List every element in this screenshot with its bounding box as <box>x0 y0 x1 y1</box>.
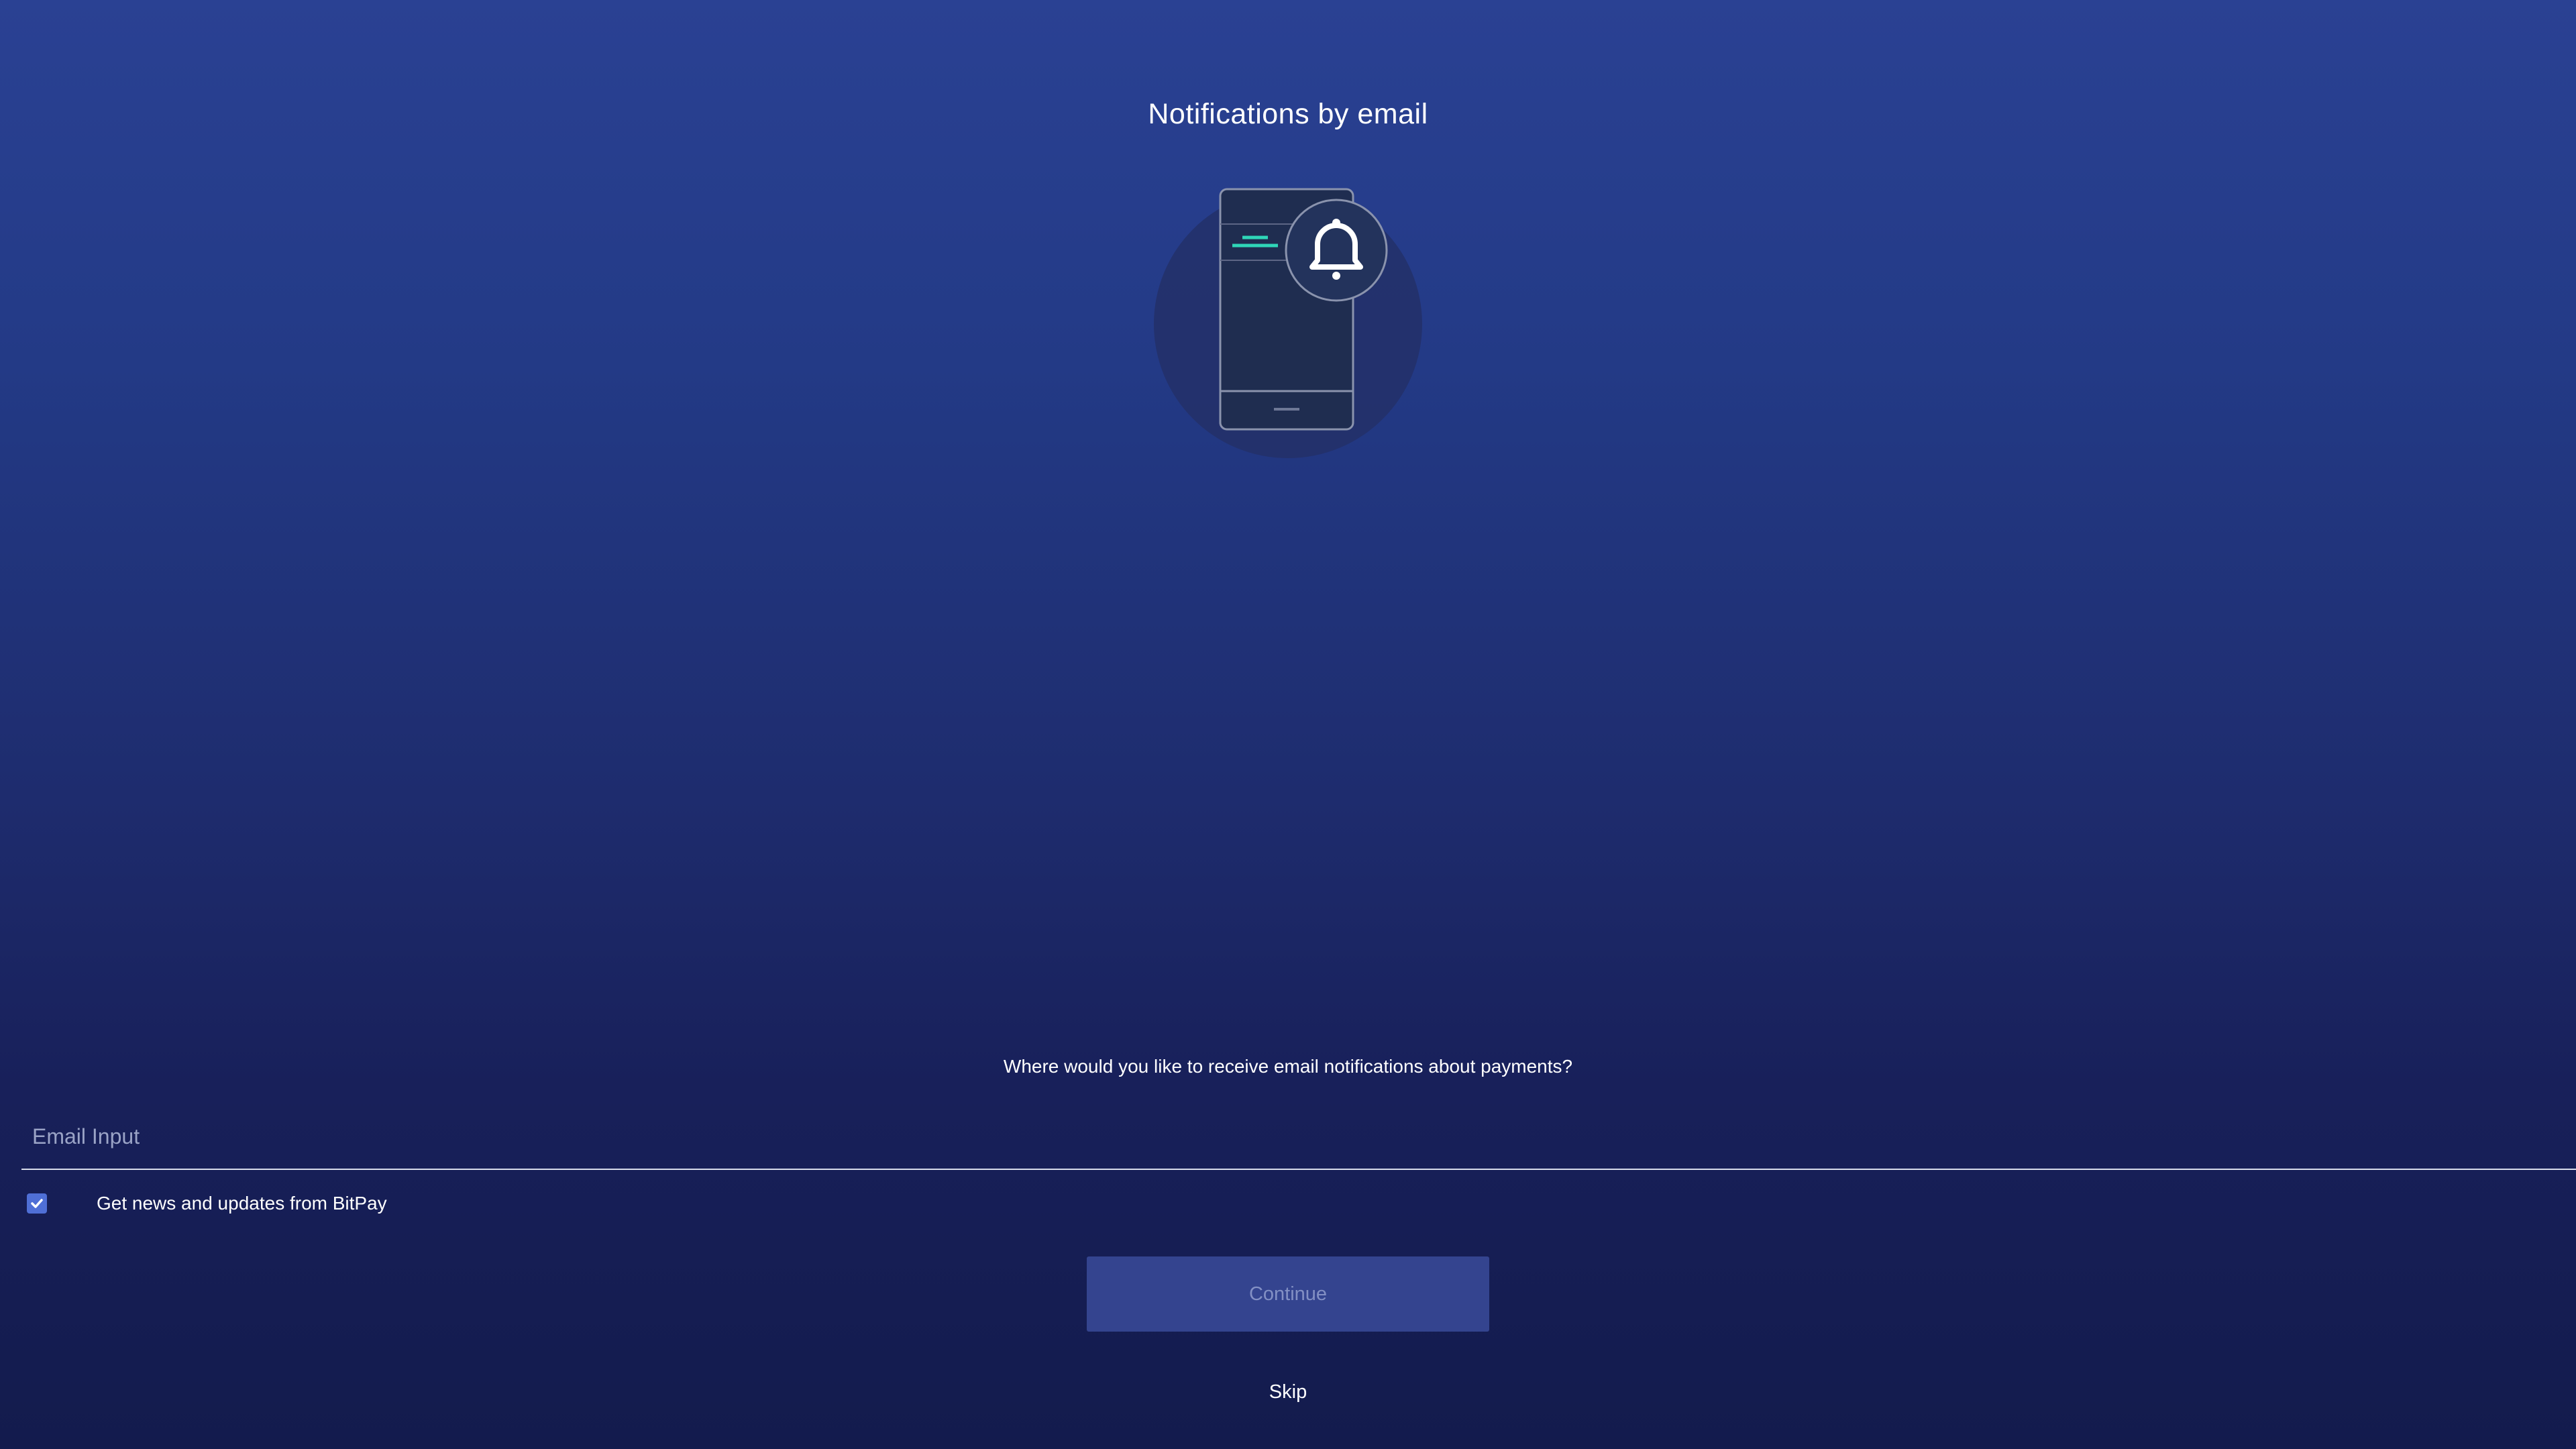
email-input[interactable] <box>21 1107 2576 1166</box>
newsletter-label: Get news and updates from BitPay <box>97 1193 387 1214</box>
newsletter-option: Get news and updates from BitPay <box>27 1189 387 1218</box>
page-title: Notifications by email <box>1148 98 1428 130</box>
bell-icon <box>1285 199 1388 302</box>
newsletter-checkbox[interactable] <box>27 1193 47 1214</box>
checkmark-icon <box>31 1199 43 1208</box>
skip-button[interactable]: Skip <box>1087 1355 1489 1429</box>
email-field-container <box>21 1107 2576 1170</box>
email-prompt: Where would you like to receive email no… <box>1003 1056 1573 1077</box>
phone-bell-illustration <box>1154 188 1422 458</box>
continue-button[interactable]: Continue <box>1087 1256 1489 1332</box>
